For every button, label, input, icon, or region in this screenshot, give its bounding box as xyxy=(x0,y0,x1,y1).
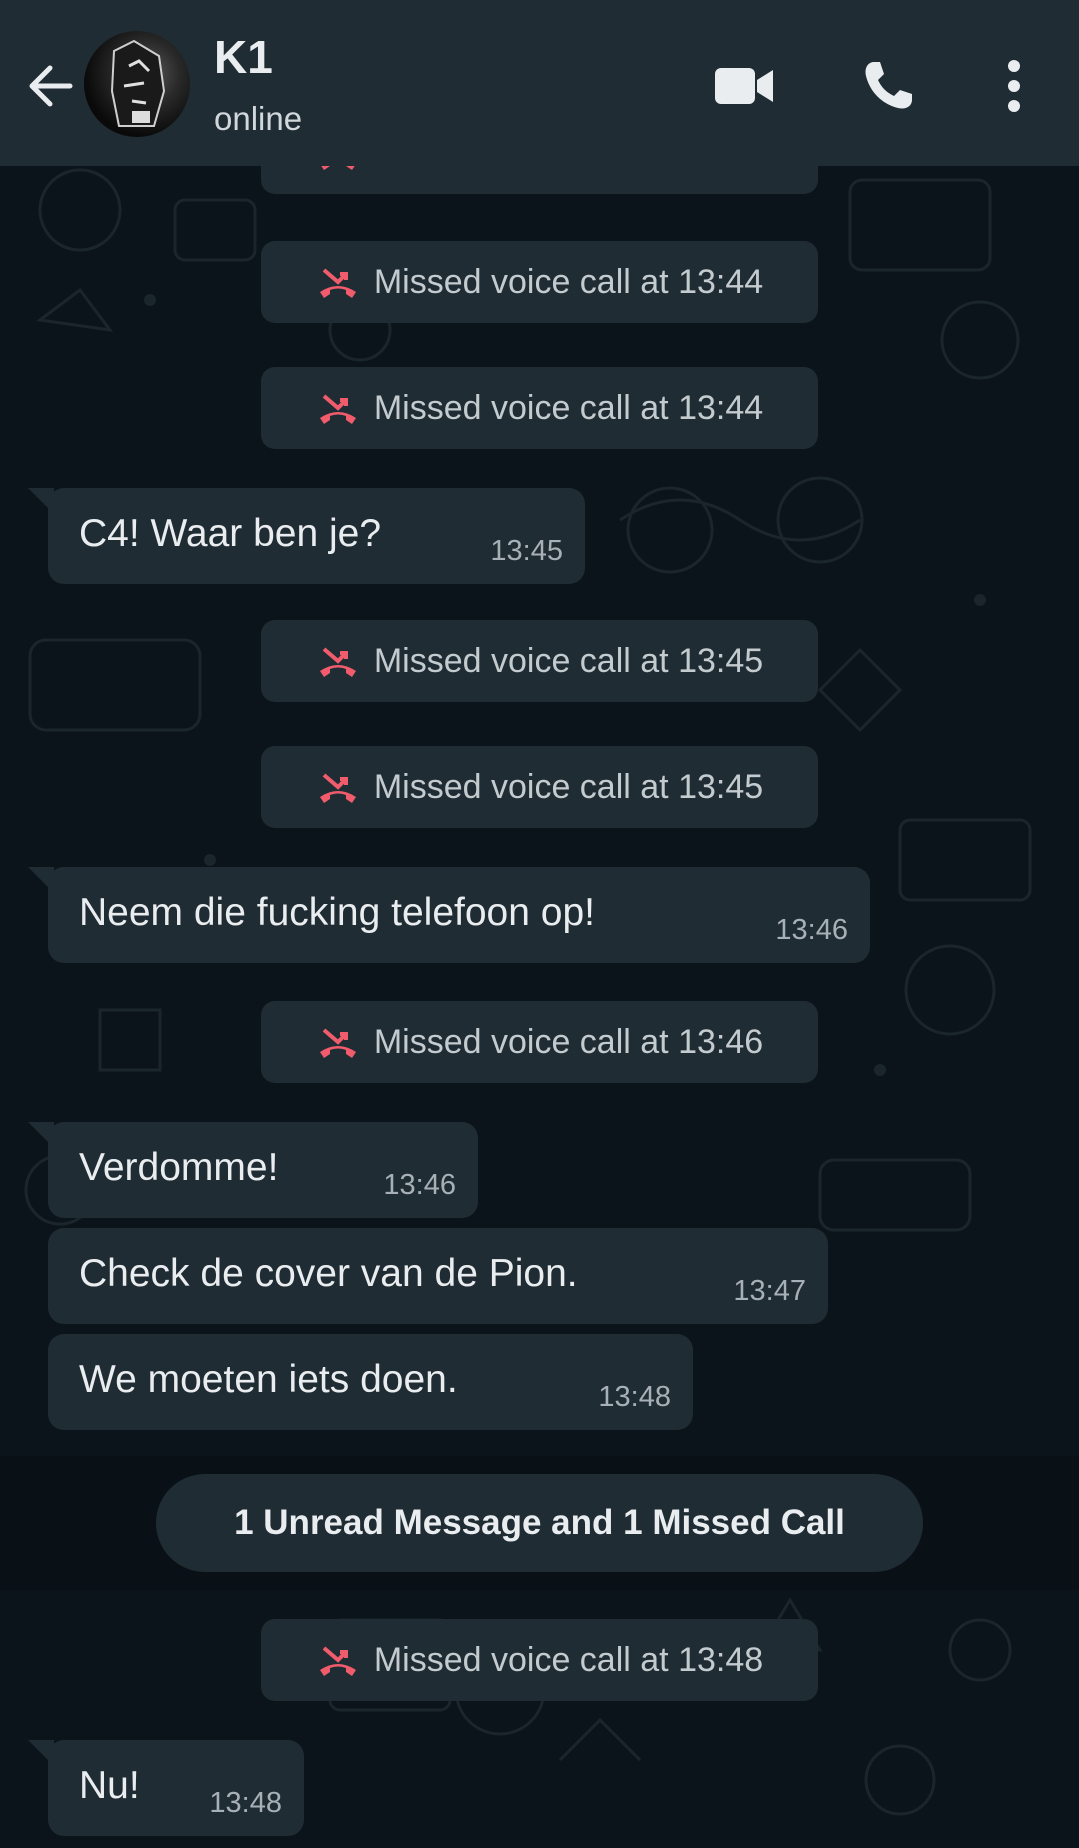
missed-call-icon xyxy=(319,1646,356,1676)
missed-call-icon xyxy=(319,394,356,424)
incoming-message[interactable]: Check de cover van de Pion. 13:47 xyxy=(48,1228,828,1324)
message-text: C4! Waar ben je? xyxy=(79,512,382,555)
incoming-message[interactable]: C4! Waar ben je? 13:45 xyxy=(28,488,585,584)
system-message-text: Missed voice call at 13:46 xyxy=(373,1022,764,1061)
unread-divider: 1 Unread Message and 1 Missed Call xyxy=(156,1474,923,1572)
system-message-text: Missed voice call at 13:45 xyxy=(373,641,764,680)
system-message: Missed voice call at 13:45 xyxy=(261,746,818,828)
system-message: Missed voice call at 13:48 xyxy=(261,1619,818,1701)
system-message: Missed voice call at 13:44 xyxy=(261,241,818,323)
message-layer: Missed voice call at 13:44 Missed voice … xyxy=(0,0,1079,1848)
message-time: 13:46 xyxy=(775,914,848,946)
message-time: 13:48 xyxy=(598,1381,671,1413)
message-text: Neem die fucking telefoon op! xyxy=(79,891,595,934)
video-call-icon[interactable] xyxy=(713,64,775,108)
avatar-image xyxy=(110,39,166,127)
missed-call-icon xyxy=(319,773,356,803)
arrow-left-icon[interactable] xyxy=(22,58,78,114)
incoming-message[interactable]: Nu! 13:48 xyxy=(28,1740,304,1836)
system-message-text: Missed voice call at 13:45 xyxy=(373,767,764,806)
incoming-message[interactable]: We moeten iets doen. 13:48 xyxy=(48,1334,693,1430)
system-message-text: Missed voice call at 13:48 xyxy=(373,1640,764,1679)
contact-name[interactable]: K1 xyxy=(214,30,273,84)
more-vert-icon[interactable] xyxy=(1004,58,1024,114)
system-message: Missed voice call at 13:45 xyxy=(261,620,818,702)
system-message-text: Missed voice call at 13:44 xyxy=(373,262,764,301)
contact-status: online xyxy=(214,100,303,137)
message-text: Nu! xyxy=(79,1764,140,1807)
missed-call-icon xyxy=(319,647,356,677)
phone-icon[interactable] xyxy=(860,58,916,114)
missed-call-icon xyxy=(319,1028,356,1058)
message-time: 13:47 xyxy=(733,1275,806,1307)
message-time: 13:46 xyxy=(383,1169,456,1201)
avatar[interactable] xyxy=(84,31,190,137)
message-text: Verdomme! xyxy=(79,1146,279,1189)
system-message-text: Missed voice call at 13:44 xyxy=(373,388,764,427)
incoming-message[interactable]: Neem die fucking telefoon op! 13:46 xyxy=(28,867,870,963)
chat-header: K1 online xyxy=(0,0,1079,166)
system-message: Missed voice call at 13:46 xyxy=(261,1001,818,1083)
message-time: 13:45 xyxy=(490,535,563,567)
message-text: Check de cover van de Pion. xyxy=(79,1252,578,1295)
system-message: Missed voice call at 13:44 xyxy=(261,367,818,449)
incoming-message[interactable]: Verdomme! 13:46 xyxy=(28,1122,478,1218)
message-time: 13:48 xyxy=(209,1787,282,1819)
message-text: We moeten iets doen. xyxy=(79,1358,458,1401)
missed-call-icon xyxy=(319,268,356,298)
